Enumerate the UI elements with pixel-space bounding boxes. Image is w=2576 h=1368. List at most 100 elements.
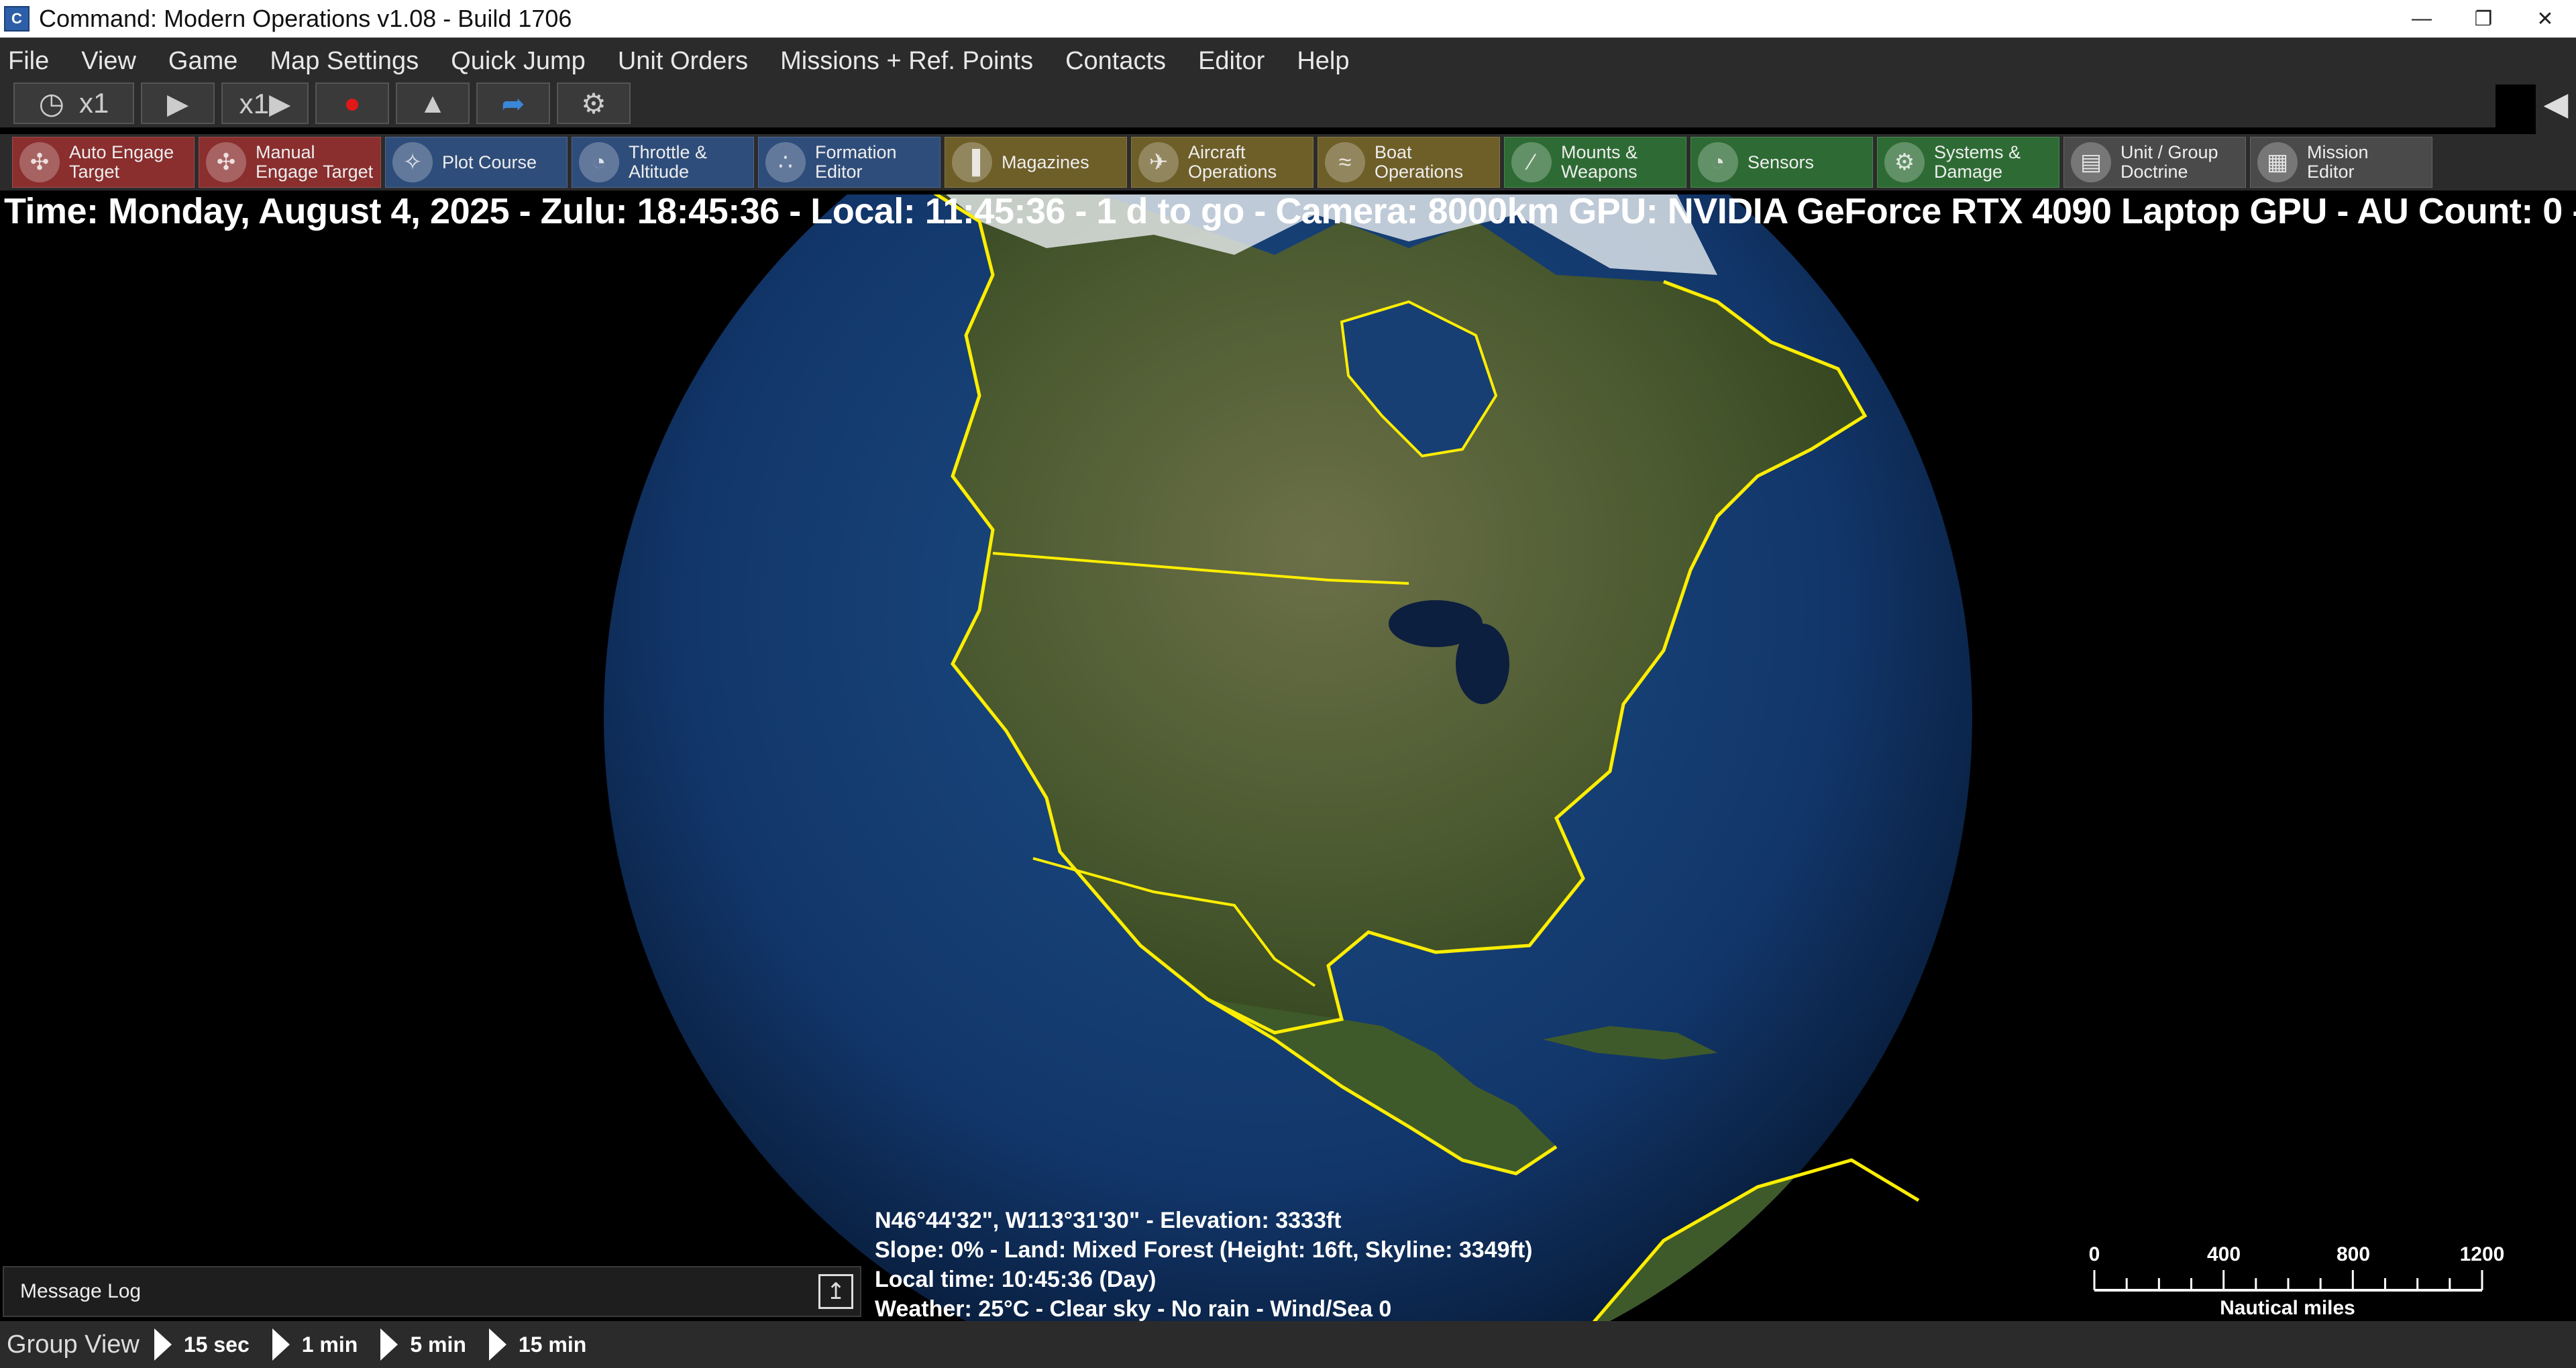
toolbar-button-label: Systems & Damage	[1934, 142, 2021, 182]
clock-icon: ◷	[38, 87, 65, 120]
gauge-icon: ◔	[579, 142, 619, 182]
scale-tick-label: 1200	[2460, 1243, 2505, 1265]
menu-help[interactable]: Help	[1297, 47, 1349, 76]
arrow-icon: ➦	[501, 87, 525, 119]
sensors-button[interactable]: ◔ Sensors	[1690, 137, 1873, 188]
ammo-icon: ▐	[952, 142, 992, 182]
title-bar: C Command: Modern Operations v1.08 - Bui…	[0, 0, 2576, 38]
play-icon: ▶	[166, 87, 189, 119]
menu-game[interactable]: Game	[168, 47, 237, 76]
scale-tick-label: 800	[2337, 1243, 2370, 1265]
speed-step-button[interactable]: x1▶	[221, 82, 309, 124]
function-toolbar: ✣ Auto Engage Target ✣ Manual Engage Target…	[0, 134, 2576, 190]
menu-missions-ref-points[interactable]: Missions + Ref. Points	[780, 47, 1033, 76]
time-control-bar: ◷ x1 ▶ x1▶ ● ▲ ➦ ⚙	[0, 79, 2496, 127]
expand-icon[interactable]: ↥	[818, 1274, 853, 1309]
menu-editor[interactable]: Editor	[1198, 47, 1265, 76]
toolbar-button-label: Plot Course	[442, 152, 537, 172]
time-step-15-min[interactable]: 15 min	[488, 1328, 586, 1361]
scale-unit: Nautical miles	[2220, 1297, 2355, 1319]
toolbar-button-label: Throttle & Altitude	[629, 142, 708, 182]
aircraft-operations-button[interactable]: ✈ Aircraft Operations	[1131, 137, 1313, 188]
toolbar-button-label: Formation Editor	[815, 142, 897, 182]
great-lakes-2	[1456, 624, 1509, 704]
message-log-title: Message Log	[20, 1280, 142, 1302]
chevron-left-icon: ◀	[2543, 87, 2569, 122]
crosshair-manual-icon: ✣	[206, 142, 246, 182]
menu-view[interactable]: View	[81, 47, 136, 76]
play-step-icon	[154, 1328, 172, 1361]
radar-icon: ◔	[1698, 142, 1738, 182]
group-view-label: Group View	[7, 1330, 140, 1359]
record-button[interactable]: ●	[315, 82, 389, 124]
crosshair-icon: ✣	[19, 142, 60, 182]
cursor-weather: Weather: 25°C - Clear sky - No rain - Wi…	[875, 1296, 1392, 1322]
message-log-panel[interactable]: Message Log ↥	[3, 1266, 861, 1317]
weapons-icon: ∕	[1511, 142, 1552, 182]
scale-tick-label: 0	[2089, 1243, 2100, 1265]
window-title: Command: Modern Operations v1.08 - Build…	[39, 5, 572, 32]
manual-engage-target-button[interactable]: ✣ Manual Engage Target	[199, 137, 381, 188]
menu-quick-jump[interactable]: Quick Jump	[451, 47, 586, 76]
toolbar-button-label: Boat Operations	[1375, 142, 1464, 182]
aircraft-icon: ✈	[1138, 142, 1179, 182]
boat-operations-button[interactable]: ≈ Boat Operations	[1318, 137, 1500, 188]
record-icon: ●	[343, 87, 361, 119]
toolbar-button-label: Mounts & Weapons	[1561, 142, 1638, 182]
toolbar-button-label: Unit / Group Doctrine	[2121, 142, 2218, 182]
cursor-terrain: Slope: 0% - Land: Mixed Forest (Height: …	[875, 1237, 1533, 1263]
time-step-1-min[interactable]: 1 min	[272, 1328, 358, 1361]
time-step-label: 5 min	[410, 1332, 466, 1357]
time-step-label: 1 min	[301, 1332, 358, 1357]
status-line: Time: Monday, August 4, 2025 - Zulu: 18:…	[4, 191, 2576, 231]
cursor-local-time: Local time: 10:45:36 (Day)	[875, 1267, 1157, 1292]
toolbar-button-label: Mission Editor	[2307, 142, 2369, 182]
terrain-icon: ▲	[419, 87, 447, 119]
formation-icon: ∴	[765, 142, 806, 182]
toolbar-button-label: Manual Engage Target	[256, 142, 374, 182]
bottom-bar: Group View 15 sec 1 min 5 min 15 min	[0, 1321, 2576, 1368]
boat-icon: ≈	[1325, 142, 1365, 182]
gear-damage-icon: ⚙	[1884, 142, 1925, 182]
systems-damage-button[interactable]: ⚙ Systems & Damage	[1877, 137, 2059, 188]
gear-icon: ⚙	[581, 87, 606, 119]
mission-editor-button[interactable]: ▦ Mission Editor	[2250, 137, 2432, 188]
play-button[interactable]: ▶	[141, 82, 215, 124]
time-step-15-sec[interactable]: 15 sec	[154, 1328, 250, 1361]
menu-file[interactable]: File	[8, 47, 49, 76]
document-icon: ▤	[2071, 142, 2111, 182]
toolbar-button-label: Aircraft Operations	[1188, 142, 1277, 182]
unit-group-doctrine-button[interactable]: ▤ Unit / Group Doctrine	[2063, 137, 2246, 188]
toolbar-button-label: Sensors	[1748, 152, 1815, 172]
menu-contacts[interactable]: Contacts	[1065, 47, 1166, 76]
play-step-icon	[488, 1328, 506, 1361]
play-step-icon	[380, 1328, 398, 1361]
formation-editor-button[interactable]: ∴ Formation Editor	[758, 137, 941, 188]
mounts-weapons-button[interactable]: ∕ Mounts & Weapons	[1504, 137, 1686, 188]
menu-map-settings[interactable]: Map Settings	[270, 47, 419, 76]
restore-button[interactable]: ❐	[2453, 0, 2514, 38]
menu-unit-orders[interactable]: Unit Orders	[618, 47, 748, 76]
terrain-view-button[interactable]: ▲	[396, 82, 470, 124]
throttle-altitude-button[interactable]: ◔ Throttle & Altitude	[572, 137, 754, 188]
play-step-icon	[272, 1328, 290, 1361]
clock-speed-button[interactable]: ◷ x1	[13, 82, 134, 124]
mission-editor-icon: ▦	[2257, 142, 2298, 182]
globe-map[interactable]	[0, 194, 2576, 1321]
time-step-5-min[interactable]: 5 min	[380, 1328, 466, 1361]
toolbar-button-label: Magazines	[1002, 152, 1089, 172]
close-button[interactable]: ✕	[2514, 0, 2576, 38]
toolbar-button-label: Auto Engage Target	[69, 142, 174, 182]
scale-bar: 0 400 800 1200 Nautical miles	[2089, 1243, 2505, 1319]
settings-button[interactable]: ⚙	[557, 82, 631, 124]
cursor-info-panel: N46°44'32", W113°31'30" - Elevation: 333…	[875, 1206, 1533, 1324]
jump-button[interactable]: ➦	[476, 82, 550, 124]
magazines-button[interactable]: ▐ Magazines	[945, 137, 1127, 188]
scale-tick-label: 400	[2207, 1243, 2241, 1265]
minimize-button[interactable]: —	[2391, 0, 2453, 38]
compass-icon: ✧	[392, 142, 433, 182]
plot-course-button[interactable]: ✧ Plot Course	[385, 137, 568, 188]
auto-engage-target-button[interactable]: ✣ Auto Engage Target	[12, 137, 195, 188]
cursor-coordinates: N46°44'32", W113°31'30" - Elevation: 333…	[875, 1208, 1342, 1233]
clock-speed-label: x1	[79, 87, 109, 119]
